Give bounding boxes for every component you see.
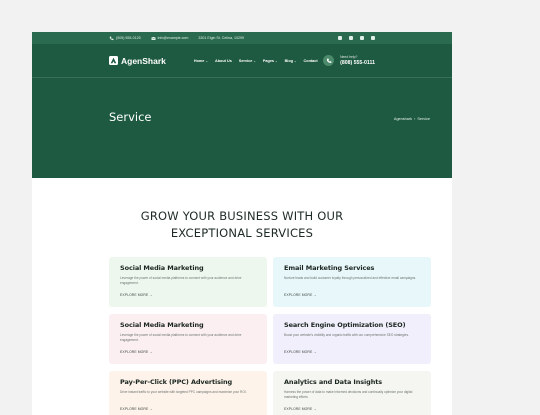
explore-more-link[interactable]: EXPLORE MORE → (284, 350, 317, 354)
nav-blog-label: Blog (284, 58, 293, 63)
service-description: Drive instant traffic to your website wi… (120, 390, 247, 394)
header: AgenShark Home ⌄ About Us Service ⌄ Pages ⌄… (32, 44, 452, 178)
explore-more-link[interactable]: EXPLORE MORE → (284, 407, 317, 411)
breadcrumb-home[interactable]: Agenshark (394, 117, 412, 121)
page: (505) 555-0125 info@example.com 3301 Elg… (32, 32, 452, 415)
twitter-icon[interactable] (349, 36, 353, 40)
service-description: Boost your website's visibility and orga… (284, 333, 409, 337)
nav-blog[interactable]: Blog ⌄ (285, 59, 297, 63)
breadcrumb-separator: › (414, 117, 416, 121)
breadcrumb: Agenshark › Service (394, 117, 430, 121)
service-title: Social Media Marketing (120, 321, 204, 329)
page-title: Service (109, 110, 152, 124)
mail-icon (150, 36, 156, 40)
section-heading-line2: EXCEPTIONAL SERVICES (170, 226, 314, 240)
nav-bar: AgenShark Home ⌄ About Us Service ⌄ Pages ⌄… (32, 44, 452, 78)
nav-contact-label: Contact (303, 58, 318, 63)
brand-logo[interactable]: AgenShark (109, 56, 166, 66)
service-card[interactable]: Analytics and Data Insights Harness the … (273, 371, 431, 415)
logo-icon (109, 56, 118, 65)
explore-more-link[interactable]: EXPLORE MORE → (120, 407, 153, 411)
explore-more-link[interactable]: EXPLORE MORE → (120, 350, 153, 354)
service-description: Harness the power of data to make inform… (284, 390, 413, 400)
service-title: Analytics and Data Insights (284, 378, 382, 386)
service-card[interactable]: Email Marketing Services Nurture leads a… (273, 257, 431, 307)
nav-pages[interactable]: Pages ⌄ (263, 59, 278, 63)
nav-about[interactable]: About Us (215, 59, 232, 63)
phone-icon (109, 36, 114, 40)
call-number: (808) 555-0111 (340, 60, 375, 66)
nav-service-label: Service (238, 58, 253, 63)
facebook-icon[interactable] (338, 36, 342, 40)
explore-more-link[interactable]: EXPLORE MORE → (120, 293, 153, 297)
chevron-down-icon: ⌄ (205, 58, 208, 63)
chevron-down-icon: ⌄ (294, 58, 297, 63)
explore-more-link[interactable]: EXPLORE MORE → (284, 293, 317, 297)
youtube-icon[interactable] (360, 36, 364, 40)
service-title: Email Marketing Services (284, 264, 375, 272)
service-title: Pay-Per-Click (PPC) Advertising (120, 378, 233, 386)
nav-about-label: About Us (214, 58, 232, 63)
topbar-email[interactable]: info@example.com (150, 36, 189, 41)
service-title: Search Engine Optimization (SEO) (284, 321, 406, 329)
topbar-address-text: 3301 Elgin St. Celina, 10299 (198, 36, 244, 40)
service-description: Nurture leads and build customer loyalty… (284, 276, 417, 280)
social-links (338, 36, 375, 40)
nav-service[interactable]: Service ⌄ (239, 59, 256, 63)
call-box[interactable]: Need help? (808) 555-0111 (323, 55, 375, 66)
nav-home-label: Home (193, 58, 205, 63)
topbar-email-text: info@example.com (157, 36, 189, 40)
section-heading-line1: GROW YOUR BUSINESS WITH OUR (140, 209, 344, 223)
topbar-phone-text: (505) 555-0125 (116, 36, 141, 40)
phone-icon (323, 55, 335, 66)
chevron-down-icon: ⌄ (253, 58, 256, 63)
main-nav: Home ⌄ About Us Service ⌄ Pages ⌄ Blog ⌄ Con… (194, 59, 318, 63)
nav-pages-label: Pages (262, 58, 275, 63)
service-description: Leverage the power of social media platf… (120, 333, 242, 343)
topbar-phone[interactable]: (505) 555-0125 (109, 36, 141, 41)
service-description: Leverage the power of social media platf… (120, 276, 242, 286)
topbar-address: 3301 Elgin St. Celina, 10299 (198, 36, 244, 40)
service-card[interactable]: Search Engine Optimization (SEO) Boost y… (273, 314, 431, 364)
call-label: Need help? (340, 55, 358, 59)
service-card[interactable]: Social Media Marketing Leverage the powe… (109, 314, 267, 364)
service-card[interactable]: Pay-Per-Click (PPC) Advertising Drive in… (109, 371, 267, 415)
nav-home[interactable]: Home ⌄ (194, 59, 208, 63)
instagram-icon[interactable] (371, 36, 375, 40)
top-bar: (505) 555-0125 info@example.com 3301 Elg… (32, 32, 452, 44)
chevron-down-icon: ⌄ (275, 58, 278, 63)
nav-contact[interactable]: Contact (304, 59, 318, 63)
section-heading: GROW YOUR BUSINESS WITH OUR EXCEPTIONAL … (32, 208, 452, 242)
service-title: Social Media Marketing (120, 264, 204, 272)
breadcrumb-current: Service (417, 117, 430, 121)
brand-name: AgenShark (121, 55, 166, 66)
service-card[interactable]: Social Media Marketing Leverage the powe… (109, 257, 267, 307)
